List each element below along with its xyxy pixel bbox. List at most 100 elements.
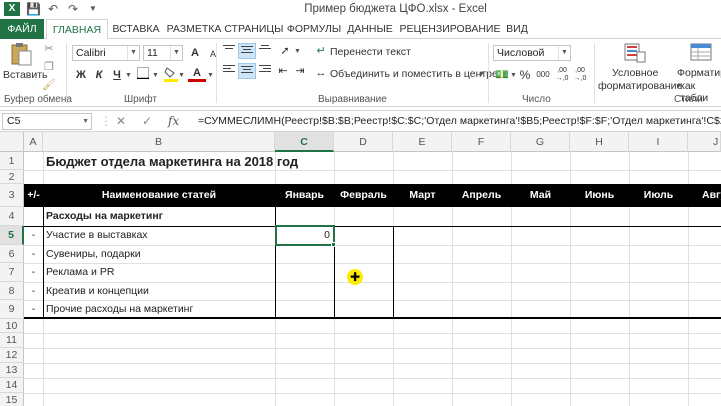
row-marker[interactable]: - — [24, 229, 43, 241]
tab-review[interactable]: РЕЦЕНЗИРОВАНИЕ — [398, 19, 502, 39]
tab-view[interactable]: ВИД — [504, 19, 530, 39]
item-name[interactable]: Сувениры, подарки — [46, 248, 141, 260]
fill-handle[interactable] — [331, 242, 336, 247]
item-name[interactable]: Реклама и PR — [46, 266, 114, 278]
section-title[interactable]: Расходы на маркетинг — [46, 210, 163, 222]
column-header-b[interactable]: B — [43, 132, 275, 152]
cancel-icon[interactable]: ✕ — [116, 114, 126, 128]
font-color-button[interactable]: A — [188, 65, 206, 82]
column-header-h[interactable]: H — [570, 132, 629, 152]
increase-indent-icon[interactable]: ⇥ — [291, 63, 309, 79]
merge-center-icon[interactable]: ↔ — [312, 65, 330, 81]
align-bottom-icon[interactable] — [256, 43, 274, 59]
row-header[interactable]: 3 — [0, 184, 24, 207]
row-marker[interactable]: - — [24, 248, 43, 260]
tab-page-layout[interactable]: РАЗМЕТКА СТРАНИЦЫ — [166, 19, 284, 39]
column-header-f[interactable]: F — [452, 132, 511, 152]
column-header-g[interactable]: G — [511, 132, 570, 152]
row-header[interactable]: 7 — [0, 263, 24, 282]
row-header[interactable]: 5 — [0, 226, 24, 245]
chevron-down-icon[interactable]: ▼ — [207, 72, 214, 79]
italic-button[interactable]: К — [90, 67, 108, 83]
conditional-formatting-button[interactable]: Условное — [612, 67, 658, 79]
row-marker[interactable]: - — [24, 285, 43, 297]
chevron-down-icon[interactable]: ▼ — [125, 72, 132, 79]
font-size-select[interactable]: 11 ▼ — [143, 45, 183, 61]
merge-center-button[interactable]: Объединить и поместить в центре — [330, 68, 498, 80]
font-name-select[interactable]: Calibri ▼ — [72, 45, 140, 61]
tab-insert[interactable]: ВСТАВКА — [110, 19, 162, 39]
align-left-icon[interactable] — [220, 63, 238, 79]
name-box[interactable]: C5 ▼ — [2, 113, 92, 130]
thousands-button[interactable]: 000 — [534, 67, 552, 83]
number-format-select[interactable]: Числовой ▼ — [493, 45, 571, 61]
enter-icon[interactable]: ✓ — [142, 114, 152, 128]
row-header[interactable]: 2 — [0, 170, 24, 184]
format-painter-icon[interactable]: 🖌 — [40, 77, 58, 93]
chevron-down-icon[interactable]: ▼ — [178, 72, 185, 79]
select-all-button[interactable] — [0, 132, 24, 152]
column-header-d[interactable]: D — [334, 132, 393, 152]
row-header[interactable]: 15 — [0, 393, 24, 406]
chevron-down-icon[interactable]: ▼ — [478, 71, 485, 78]
row-header[interactable]: 12 — [0, 348, 24, 363]
row-header[interactable]: 8 — [0, 282, 24, 300]
align-middle-icon[interactable] — [238, 43, 256, 59]
row-header[interactable]: 4 — [0, 207, 24, 226]
conditional-formatting-icon[interactable] — [624, 43, 646, 63]
row-header[interactable]: 10 — [0, 319, 24, 333]
insert-function-icon[interactable]: fx — [168, 114, 179, 128]
tab-file[interactable]: ФАЙЛ — [0, 19, 44, 39]
more-options-icon[interactable]: ⋮ — [100, 114, 112, 128]
row-marker[interactable]: - — [24, 303, 43, 315]
conditional-formatting-button-line2[interactable]: форматирование — [598, 80, 682, 92]
cell-value: 0 — [324, 229, 330, 241]
currency-icon[interactable]: 💵 — [493, 67, 511, 83]
chevron-down-icon[interactable]: ▼ — [152, 72, 159, 79]
column-header-i[interactable]: I — [629, 132, 688, 152]
tab-data[interactable]: ДАННЫЕ — [345, 19, 395, 39]
align-right-icon[interactable] — [256, 63, 274, 79]
copy-icon[interactable]: ❐ — [40, 59, 58, 75]
decrease-indent-icon[interactable]: ⇤ — [274, 63, 292, 79]
sheet-title[interactable]: Бюджет отдела маркетинга на 2018 год — [46, 154, 298, 169]
bold-button[interactable]: Ж — [72, 67, 90, 83]
format-as-table-button[interactable]: Форматир — [677, 67, 721, 79]
column-header-a[interactable]: A — [24, 132, 43, 152]
grow-font-button[interactable]: A — [186, 45, 204, 61]
gridline — [24, 170, 721, 171]
row-header[interactable]: 6 — [0, 245, 24, 263]
cut-icon[interactable]: ✂ — [40, 41, 58, 57]
item-name[interactable]: Прочие расходы на маркетинг — [46, 303, 193, 315]
percent-button[interactable]: % — [516, 67, 534, 83]
format-as-table-icon[interactable] — [690, 43, 712, 63]
row-header[interactable]: 14 — [0, 378, 24, 393]
item-name[interactable]: Креатив и концепции — [46, 285, 149, 297]
paste-icon[interactable] — [8, 41, 34, 67]
row-header[interactable]: 1 — [0, 152, 24, 170]
selected-cell[interactable]: 0 — [275, 225, 335, 246]
column-header-j[interactable]: J — [688, 132, 721, 152]
wrap-text-icon[interactable]: ↵ — [312, 43, 330, 59]
tab-formulas[interactable]: ФОРМУЛЫ — [285, 19, 343, 39]
item-name[interactable]: Участие в выставках — [46, 229, 148, 241]
borders-icon[interactable] — [134, 67, 152, 83]
align-center-icon[interactable] — [238, 63, 256, 79]
item-name-header: Наименование статей — [101, 189, 217, 201]
column-header-c[interactable]: C — [275, 132, 334, 152]
row-header[interactable]: 13 — [0, 363, 24, 378]
row-header[interactable]: 11 — [0, 333, 24, 348]
worksheet-grid[interactable]: A B C D E F G H I J +/- Наименование ста… — [0, 132, 721, 406]
orientation-icon[interactable]: ➚ — [276, 43, 294, 59]
row-marker[interactable]: - — [24, 266, 43, 278]
chevron-down-icon[interactable]: ▼ — [294, 48, 301, 55]
decrease-decimal-button[interactable]: ,00 →,0 — [572, 67, 588, 83]
column-header-e[interactable]: E — [393, 132, 452, 152]
align-top-icon[interactable] — [220, 43, 238, 59]
tab-home[interactable]: ГЛАВНАЯ — [46, 19, 108, 40]
row-header[interactable]: 9 — [0, 300, 24, 319]
wrap-text-button[interactable]: Перенести текст — [330, 46, 411, 58]
increase-decimal-button[interactable]: ,00 →,0 — [554, 67, 570, 83]
formula-input[interactable]: =СУММЕСЛИМН(Реестр!$B:$B;Реестр!$C:$C;'О… — [198, 115, 721, 127]
underline-button[interactable]: Ч — [108, 67, 126, 83]
